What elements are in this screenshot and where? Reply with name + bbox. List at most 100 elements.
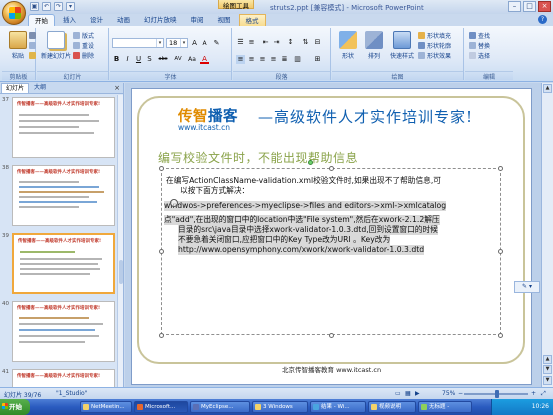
new-slide-button[interactable]: 新建幻灯片 (41, 31, 71, 60)
content-textbox[interactable]: 在编写ActionClassName-validation.xml校验文件时,如… (161, 168, 501, 335)
taskbar-item[interactable]: 无标题 - (418, 401, 472, 413)
taskbar-item[interactable]: 视频说明 (368, 401, 416, 413)
align-left-icon[interactable]: ≡ (236, 55, 245, 64)
close-pane-icon[interactable]: × (114, 84, 120, 92)
grow-font-button[interactable]: A (190, 39, 199, 48)
taskbar-item[interactable]: 3 Windows (252, 401, 308, 413)
minimize-button[interactable]: – (508, 1, 521, 12)
bullets-icon[interactable]: ☰ (236, 38, 245, 47)
resize-handle[interactable] (498, 166, 503, 171)
resize-handle[interactable] (498, 333, 503, 338)
resize-handle[interactable] (329, 333, 334, 338)
smartart-icon[interactable]: ⊞ (313, 55, 322, 64)
close-button[interactable]: × (538, 1, 551, 12)
next-slide-icon[interactable]: ▼ (543, 365, 552, 374)
arrange-button[interactable]: 排列 (362, 31, 386, 60)
tab-slides[interactable]: 幻灯片 (1, 83, 30, 93)
zoom-in-button[interactable]: + (531, 390, 536, 397)
align-center-icon[interactable]: ≡ (247, 55, 256, 64)
slide-canvas[interactable]: 传智播客 www.itcast.cn —高级软件人才实作培训专家! 编写校验文件… (131, 88, 532, 385)
tab-review[interactable]: 审阅 (185, 14, 210, 26)
text-direction-icon[interactable]: ⇅ (301, 38, 310, 47)
pen-tool-icon[interactable]: ✎ ▾ (514, 281, 540, 293)
tab-slideshow[interactable]: 幻灯片放映 (138, 14, 183, 26)
tab-view[interactable]: 视图 (212, 14, 237, 26)
font-size-combo[interactable]: 18 ▾ (166, 38, 188, 48)
change-case-button[interactable]: Aa (186, 55, 198, 64)
scroll-down-icon[interactable]: ▼ (543, 376, 552, 385)
paste-button[interactable]: 粘贴 (5, 31, 31, 60)
align-right-icon[interactable]: ≡ (258, 55, 267, 64)
strikethrough-button[interactable]: abc (156, 55, 170, 64)
replace-button[interactable]: 替换 (469, 42, 490, 51)
slide-thumbnail-selected[interactable]: 39 传智播客——高级软件人才实作培训专家! (2, 233, 120, 296)
line-spacing-icon[interactable]: ↕ (286, 38, 295, 47)
resize-handle[interactable] (159, 249, 164, 254)
underline-button[interactable]: U (134, 55, 143, 64)
find-button[interactable]: 查找 (469, 32, 490, 41)
maximize-button[interactable]: □ (523, 1, 536, 12)
tab-format[interactable]: 格式 (238, 14, 266, 26)
sorter-view-icon[interactable]: ▦ (405, 390, 411, 397)
prev-slide-icon[interactable]: ▲ (543, 355, 552, 364)
zoom-out-button[interactable]: − (458, 390, 463, 397)
rotation-handle[interactable] (308, 160, 313, 165)
reset-button[interactable]: 重设 (73, 42, 94, 51)
office-button[interactable] (2, 1, 26, 25)
save-icon[interactable]: ▣ (30, 2, 39, 11)
bold-button[interactable]: B (112, 55, 121, 64)
shape-effects-button[interactable]: 形状效果 (418, 52, 451, 61)
shadow-button[interactable]: S (145, 55, 154, 64)
slide-thumbnail[interactable]: 37 传智播客——高级软件人才实作培训专家! (2, 97, 120, 160)
columns-icon[interactable]: ▥ (293, 55, 302, 64)
slideshow-view-icon[interactable]: ▶ (415, 390, 420, 397)
normal-view-icon[interactable]: ▭ (395, 390, 401, 397)
numbering-icon[interactable]: ≡ (247, 38, 256, 47)
slide-thumbnail[interactable]: 38 传智播客——高级软件人才实作培训专家! (2, 165, 120, 228)
zoom-slider-knob[interactable] (495, 390, 499, 398)
resize-handle[interactable] (329, 166, 334, 171)
shapes-button[interactable]: 形状 (336, 31, 360, 60)
delete-slide-button[interactable]: 删除 (73, 52, 94, 61)
justify-icon[interactable]: ≡ (269, 55, 278, 64)
quick-styles-button[interactable]: 快速样式 (388, 31, 416, 60)
italic-button[interactable]: I (123, 55, 132, 64)
help-icon[interactable]: ? (538, 15, 547, 24)
resize-handle[interactable] (159, 333, 164, 338)
shape-outline-button[interactable]: 形状轮廓 (418, 42, 451, 51)
shape-fill-button[interactable]: 形状填充 (418, 32, 451, 41)
char-spacing-button[interactable]: AV (172, 55, 184, 64)
distributed-icon[interactable]: ≣ (280, 55, 289, 64)
taskbar-item[interactable]: 结果 - Wi... (310, 401, 366, 413)
increase-indent-icon[interactable]: ⇥ (272, 38, 281, 47)
tab-design[interactable]: 设计 (84, 14, 109, 26)
resize-handle[interactable] (498, 249, 503, 254)
zoom-level[interactable]: 75% (442, 390, 455, 397)
align-text-icon[interactable]: ⊟ (313, 38, 322, 47)
fit-window-icon[interactable]: ⤢ (541, 390, 546, 398)
vertical-scrollbar[interactable]: ▲ ▲ ▼ ▼ (541, 83, 553, 387)
shrink-font-button[interactable]: A (200, 39, 209, 48)
font-name-combo[interactable]: ▾ (112, 38, 164, 48)
slide-thumbnail[interactable]: 41 传智播客——高级软件人才实作培训专家! (2, 369, 120, 387)
slide-title[interactable]: 编写校验文件时，不能出现帮助信息 (158, 149, 358, 166)
customize-qat-icon[interactable]: ▾ (66, 2, 75, 11)
taskbar-item-active[interactable]: Microsoft... (134, 401, 188, 413)
clear-format-button[interactable]: ✎ (212, 39, 221, 48)
tab-animations[interactable]: 动画 (111, 14, 136, 26)
tab-insert[interactable]: 插入 (57, 14, 82, 26)
select-button[interactable]: 选择 (469, 52, 490, 61)
pane-scrollbar[interactable] (117, 95, 123, 387)
undo-icon[interactable]: ↶ (42, 2, 51, 11)
tab-home[interactable]: 开始 (28, 14, 55, 26)
layout-button[interactable]: 版式 (73, 32, 94, 41)
tab-outline[interactable]: 大纲 (30, 83, 50, 93)
start-button[interactable]: 开始 (0, 399, 30, 415)
font-color-button[interactable]: A (200, 55, 209, 64)
decrease-indent-icon[interactable]: ⇤ (261, 38, 270, 47)
redo-icon[interactable]: ↷ (54, 2, 63, 11)
taskbar-item[interactable]: MyEclipse... (190, 401, 250, 413)
taskbar-item[interactable]: NetMeetin... (80, 401, 132, 413)
slide-thumbnail[interactable]: 40 传智播客——高级软件人才实作培训专家! (2, 301, 120, 364)
resize-handle[interactable] (159, 166, 164, 171)
